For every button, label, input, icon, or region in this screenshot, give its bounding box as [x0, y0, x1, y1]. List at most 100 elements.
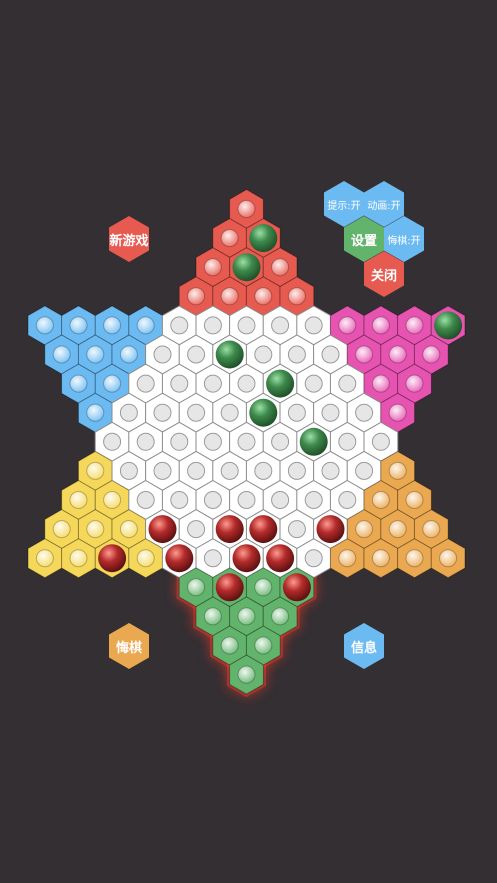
board-hole[interactable] — [69, 549, 88, 568]
board-hole[interactable] — [237, 607, 256, 626]
board-hole[interactable] — [170, 432, 189, 451]
board-hole[interactable] — [304, 549, 323, 568]
board-hole[interactable] — [237, 665, 256, 684]
board-hole[interactable] — [35, 549, 54, 568]
board-hole[interactable] — [355, 520, 374, 539]
board-hole[interactable] — [136, 374, 155, 393]
board-hole[interactable] — [187, 461, 206, 480]
red-piece[interactable] — [249, 515, 278, 544]
board-hole[interactable] — [203, 491, 222, 509]
board-hole[interactable] — [304, 491, 323, 509]
board-hole[interactable] — [237, 200, 256, 218]
red-piece[interactable] — [165, 544, 194, 573]
green-piece[interactable] — [434, 311, 463, 340]
board-hole[interactable] — [371, 432, 390, 451]
board-hole[interactable] — [371, 374, 390, 393]
board-hole[interactable] — [69, 374, 88, 393]
red-piece[interactable] — [98, 544, 127, 573]
board-hole[interactable] — [304, 316, 323, 335]
board-hole[interactable] — [103, 491, 122, 509]
board-hole[interactable] — [136, 491, 155, 509]
board-hole[interactable] — [355, 345, 374, 364]
board-hole[interactable] — [388, 461, 407, 480]
board-hole[interactable] — [35, 316, 54, 335]
board-hole[interactable] — [119, 520, 138, 539]
board-hole[interactable] — [371, 316, 390, 335]
red-piece[interactable] — [316, 515, 345, 544]
board-hole[interactable] — [237, 491, 256, 509]
board-hole[interactable] — [170, 374, 189, 393]
board-hole[interactable] — [338, 374, 357, 393]
board-hole[interactable] — [338, 549, 357, 568]
board-hole[interactable] — [220, 229, 239, 248]
board-hole[interactable] — [254, 287, 273, 306]
board-hole[interactable] — [321, 403, 340, 422]
red-piece[interactable] — [215, 573, 244, 602]
board-hole[interactable] — [86, 403, 105, 422]
board-hole[interactable] — [338, 432, 357, 451]
green-piece[interactable] — [299, 427, 328, 456]
board-hole[interactable] — [271, 316, 290, 335]
board-hole[interactable] — [271, 258, 290, 277]
board-hole[interactable] — [254, 461, 273, 480]
board-hole[interactable] — [237, 316, 256, 335]
green-piece[interactable] — [232, 253, 261, 282]
board-hole[interactable] — [287, 520, 306, 539]
board-hole[interactable] — [187, 403, 206, 422]
board-hole[interactable] — [103, 316, 122, 335]
board-hole[interactable] — [220, 287, 239, 306]
board-hole[interactable] — [203, 316, 222, 335]
board-hole[interactable] — [170, 316, 189, 335]
board-hole[interactable] — [119, 345, 138, 364]
board-hole[interactable] — [86, 461, 105, 480]
board-hole[interactable] — [338, 491, 357, 509]
board-hole[interactable] — [388, 520, 407, 539]
board-hole[interactable] — [153, 345, 172, 364]
board-hole[interactable] — [203, 549, 222, 568]
board-hole[interactable] — [254, 578, 273, 597]
green-piece[interactable] — [215, 340, 244, 369]
green-piece[interactable] — [249, 224, 278, 253]
green-piece[interactable] — [266, 369, 295, 398]
board-hole[interactable] — [304, 374, 323, 393]
board-hole[interactable] — [405, 549, 424, 568]
board-hole[interactable] — [405, 316, 424, 335]
board-hole[interactable] — [237, 432, 256, 451]
board-hole[interactable] — [69, 316, 88, 335]
board-hole[interactable] — [338, 316, 357, 335]
board-hole[interactable] — [103, 374, 122, 393]
board-hole[interactable] — [254, 636, 273, 655]
red-piece[interactable] — [282, 573, 311, 602]
board-hole[interactable] — [52, 520, 71, 539]
board-hole[interactable] — [422, 520, 441, 539]
board-hole[interactable] — [203, 258, 222, 277]
board-hole[interactable] — [86, 345, 105, 364]
board-hole[interactable] — [220, 403, 239, 422]
board-hole[interactable] — [287, 461, 306, 480]
board-hole[interactable] — [287, 345, 306, 364]
board-hole[interactable] — [170, 491, 189, 509]
red-piece[interactable] — [266, 544, 295, 573]
board-hole[interactable] — [153, 403, 172, 422]
red-piece[interactable] — [148, 515, 177, 544]
board-hole[interactable] — [203, 607, 222, 626]
board-hole[interactable] — [287, 287, 306, 306]
board-hole[interactable] — [439, 549, 458, 568]
board-hole[interactable] — [271, 491, 290, 509]
board-hole[interactable] — [119, 461, 138, 480]
board-hole[interactable] — [203, 432, 222, 451]
board-hole[interactable] — [136, 432, 155, 451]
board-hole[interactable] — [103, 432, 122, 451]
red-piece[interactable] — [215, 515, 244, 544]
board-hole[interactable] — [187, 345, 206, 364]
board-hole[interactable] — [371, 549, 390, 568]
board-hole[interactable] — [86, 520, 105, 539]
green-piece[interactable] — [249, 398, 278, 427]
board-hole[interactable] — [220, 461, 239, 480]
board-hole[interactable] — [388, 403, 407, 422]
board-hole[interactable] — [203, 374, 222, 393]
board-hole[interactable] — [355, 461, 374, 480]
board-hole[interactable] — [254, 345, 273, 364]
board-hole[interactable] — [69, 491, 88, 509]
board-hole[interactable] — [271, 432, 290, 451]
